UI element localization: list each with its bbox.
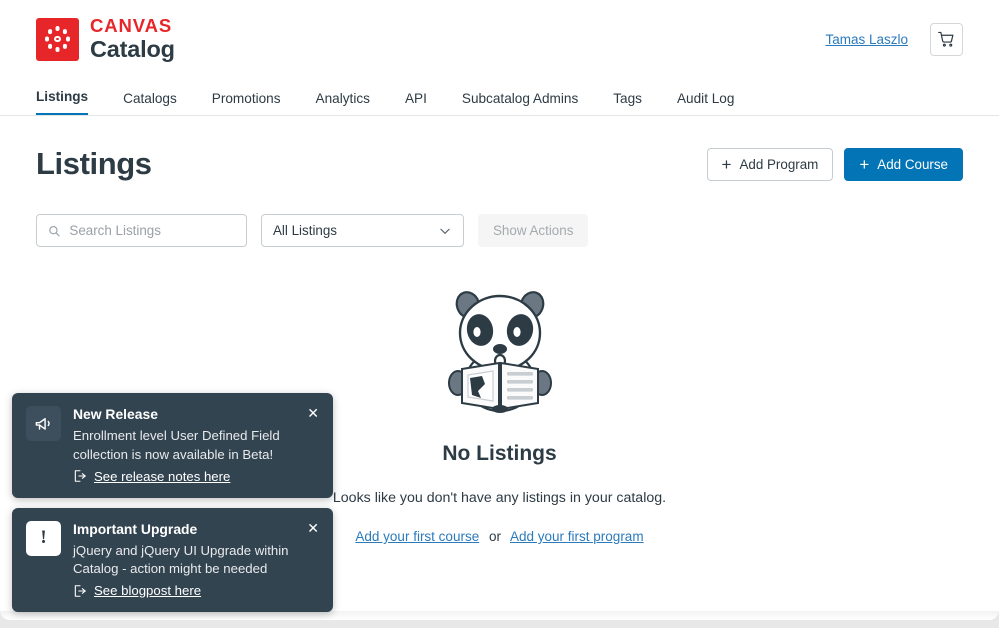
toast-link-row: See release notes here — [73, 469, 319, 484]
search-input[interactable] — [69, 223, 235, 238]
or-label: or — [488, 529, 501, 544]
nav-item-analytics[interactable]: Analytics — [316, 91, 370, 115]
search-listings-box[interactable] — [36, 214, 247, 247]
exclamation-icon: ! — [26, 520, 61, 556]
show-actions-button[interactable]: Show Actions — [478, 214, 589, 247]
toast-close-button[interactable]: ✕ — [299, 406, 319, 420]
page-actions: + Add Program + Add Course — [706, 147, 963, 181]
nav-item-promotions[interactable]: Promotions — [212, 91, 281, 115]
shopping-cart-button[interactable] — [930, 22, 963, 56]
window-bottom-edge — [0, 611, 999, 620]
plus-icon: + — [721, 154, 732, 174]
app-header: CANVAS Catalog Tamas Laszlo — [0, 0, 999, 78]
toast-body: Important Upgrade ✕ jQuery and jQuery UI U… — [73, 521, 319, 598]
toast-notification: New Release ✕ Enrollment level User Define… — [12, 393, 333, 498]
megaphone-icon — [26, 406, 61, 442]
panda-reading-newspaper-icon — [447, 291, 552, 413]
canvas-logo-icon — [36, 17, 79, 61]
page-title-row: Listings + Add Program + Add Course — [36, 116, 963, 182]
nav-item-tags[interactable]: Tags — [613, 91, 642, 115]
filter-toolbar: All Listings Show Actions — [36, 214, 963, 247]
listings-filter-value: All Listings — [273, 223, 338, 238]
toast-message: Enrollment level User Defined Field coll… — [73, 428, 280, 462]
external-link-icon — [74, 584, 86, 597]
user-name-link[interactable]: Tamas Laszlo — [825, 32, 908, 47]
brand-logo[interactable]: CANVAS Catalog — [36, 15, 175, 62]
toast-notification: ! Important Upgrade ✕ jQuery and jQuery UI … — [12, 507, 333, 612]
toast-link[interactable]: See release notes here — [94, 469, 230, 484]
toast-link-row: See blogpost here — [73, 583, 319, 598]
add-course-label: Add Course — [877, 156, 948, 172]
plus-icon: + — [859, 154, 870, 174]
toast-title: Important Upgrade — [73, 520, 198, 537]
page-title: Listings — [36, 146, 152, 181]
notification-toasts: New Release ✕ Enrollment level User Define… — [12, 393, 333, 612]
nav-item-listings[interactable]: Listings — [36, 89, 89, 115]
app-page: CANVAS Catalog Tamas Laszlo Listings Cata… — [0, 0, 999, 620]
toast-header: New Release ✕ — [73, 406, 319, 422]
toast-link[interactable]: See blogpost here — [94, 583, 201, 598]
toast-body: New Release ✕ Enrollment level User Define… — [73, 406, 319, 483]
brand-text: CANVAS Catalog — [90, 15, 175, 62]
brand-canvas-label: CANVAS — [90, 15, 173, 36]
toast-header: Important Upgrade ✕ — [73, 521, 319, 537]
nav-item-subcatalog-admins[interactable]: Subcatalog Admins — [462, 91, 578, 115]
listings-filter-select[interactable]: All Listings — [261, 214, 464, 247]
nav-item-audit-log[interactable]: Audit Log — [677, 91, 734, 115]
main-navigation: Listings Catalogs Promotions Analytics API Su… — [0, 78, 999, 116]
toast-title: New Release — [73, 406, 158, 423]
add-program-button[interactable]: + Add Program — [706, 147, 834, 181]
shopping-cart-icon — [938, 31, 954, 47]
add-course-button[interactable]: + Add Course — [844, 147, 963, 181]
exclamation-glyph: ! — [40, 527, 47, 549]
toast-message: jQuery and jQuery UI Upgrade within Cata… — [73, 542, 289, 577]
toast-close-button[interactable]: ✕ — [299, 521, 319, 535]
chevron-down-icon — [440, 228, 450, 234]
add-program-label: Add Program — [739, 156, 819, 172]
search-icon — [49, 225, 60, 236]
add-first-program-link[interactable]: Add your first program — [510, 529, 644, 544]
add-first-course-link[interactable]: Add your first course — [355, 529, 479, 544]
nav-item-catalogs[interactable]: Catalogs — [123, 91, 177, 115]
external-link-icon — [74, 470, 86, 482]
header-right: Tamas Laszlo — [825, 22, 963, 56]
nav-item-api[interactable]: API — [405, 91, 427, 115]
brand-catalog-label: Catalog — [90, 35, 175, 62]
